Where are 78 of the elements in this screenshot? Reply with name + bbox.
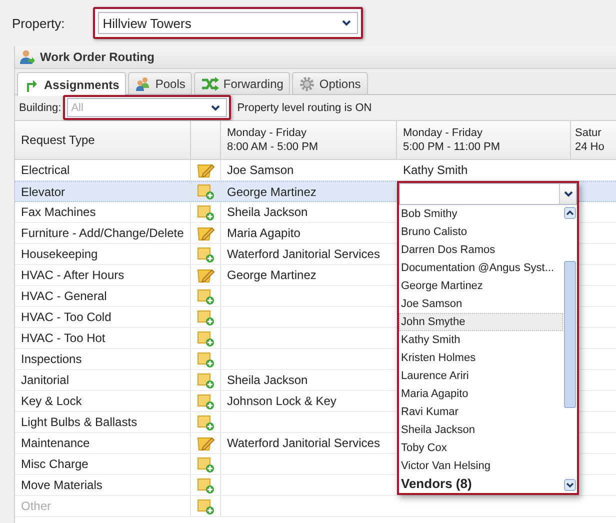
request-type: Inspections bbox=[21, 352, 82, 366]
assignee: George Martinez bbox=[227, 184, 316, 198]
dropdown-option[interactable]: Laurence Ariri bbox=[399, 367, 563, 385]
note-add-icon[interactable] bbox=[197, 204, 215, 220]
note-pencil-icon[interactable] bbox=[197, 225, 215, 241]
dropdown-option[interactable]: Darren Dos Ramos bbox=[399, 241, 563, 259]
dropdown-option[interactable]: John Smythe bbox=[399, 313, 563, 331]
assignee: Maria Agapito bbox=[227, 226, 300, 240]
assignee: Sheila Jackson bbox=[227, 373, 308, 387]
property-label: Property: bbox=[12, 16, 65, 30]
note-add-icon[interactable] bbox=[197, 308, 215, 326]
column-header[interactable]: Monday - Friday 8:00 AM - 5:00 PM bbox=[221, 121, 397, 159]
caret-icon bbox=[342, 20, 351, 26]
scroll-up-icon[interactable] bbox=[564, 207, 576, 219]
note-add-icon[interactable] bbox=[197, 476, 215, 494]
request-type: HVAC - Too Cold bbox=[21, 310, 112, 324]
request-type: Electrical bbox=[21, 163, 70, 177]
assignee: George Martinez bbox=[227, 268, 316, 282]
assignee: Johnson Lock & Key bbox=[227, 394, 336, 408]
request-type: Housekeeping bbox=[21, 247, 98, 261]
note-add-icon[interactable] bbox=[197, 350, 215, 368]
dropdown-option[interactable]: Victor Van Helsing bbox=[399, 457, 563, 475]
note-pencil-icon[interactable] bbox=[197, 267, 215, 283]
note-add-icon[interactable] bbox=[197, 414, 215, 430]
dropdown-option[interactable]: Bruno Calisto bbox=[399, 223, 563, 241]
request-type: Light Bulbs & Ballasts bbox=[21, 415, 138, 429]
request-type: Misc Charge bbox=[21, 457, 88, 471]
column-header[interactable]: Satur 24 Ho bbox=[571, 121, 616, 159]
note-pencil-icon[interactable] bbox=[197, 435, 215, 451]
scrollbar[interactable] bbox=[563, 205, 577, 493]
request-type: Elevator bbox=[21, 184, 66, 198]
tab[interactable]: Assignments bbox=[17, 72, 126, 96]
note-add-icon[interactable] bbox=[197, 288, 215, 304]
people-icon bbox=[135, 76, 152, 92]
assignee: Kathy Smith bbox=[403, 163, 468, 177]
routing-status: Property level routing is ON bbox=[237, 102, 372, 114]
request-type: Furniture - Add/Change/Delete bbox=[21, 226, 184, 240]
request-type: Other bbox=[21, 499, 52, 513]
note-add-icon[interactable] bbox=[197, 392, 215, 410]
panel-title: Work Order Routing bbox=[40, 50, 154, 64]
group-header: Vendors (8) bbox=[400, 475, 473, 493]
dropdown-option[interactable]: Kathy Smith bbox=[399, 331, 563, 349]
caret-icon bbox=[564, 191, 572, 197]
request-type: Key & Lock bbox=[21, 394, 82, 408]
gear-icon bbox=[299, 76, 316, 92]
scroll-down-icon[interactable] bbox=[564, 479, 576, 491]
dropdown-option[interactable]: Toby Cox bbox=[399, 439, 563, 457]
request-type: Fax Machines bbox=[21, 205, 96, 219]
building-select[interactable]: All bbox=[67, 98, 228, 117]
note-add-icon[interactable] bbox=[197, 372, 215, 388]
tab[interactable]: Forwarding bbox=[194, 72, 290, 94]
tab[interactable]: Pools bbox=[128, 72, 192, 94]
request-type: HVAC - Too Hot bbox=[21, 331, 106, 345]
property-select[interactable]: Hillview Towers bbox=[98, 12, 358, 34]
assignee: Waterford Janitorial Services bbox=[227, 436, 380, 450]
building-field[interactable]: All bbox=[68, 102, 206, 114]
assignee: Joe Samson bbox=[227, 163, 294, 177]
request-type: Maintenance bbox=[21, 436, 90, 450]
request-type: HVAC - After Hours bbox=[21, 268, 124, 282]
assignee: Sheila Jackson bbox=[227, 205, 308, 219]
request-type: Janitorial bbox=[21, 373, 70, 387]
dropdown-option[interactable]: Kristen Holmes bbox=[399, 349, 563, 367]
note-pencil-icon[interactable] bbox=[197, 162, 215, 178]
request-type: HVAC - General bbox=[21, 289, 107, 303]
note-add-icon[interactable] bbox=[197, 456, 215, 472]
note-add-icon[interactable] bbox=[197, 246, 215, 262]
building-label: Building: bbox=[19, 102, 62, 114]
dropdown-option[interactable]: Bob Smithy bbox=[399, 205, 563, 223]
request-type: Move Materials bbox=[21, 478, 102, 492]
assignee: Waterford Janitorial Services bbox=[227, 247, 380, 261]
note-add-icon[interactable] bbox=[197, 330, 215, 346]
shuffle-icon bbox=[201, 76, 220, 92]
tab[interactable]: Options bbox=[292, 72, 368, 94]
column-header[interactable]: Monday - Friday 5:00 PM - 11:00 PM bbox=[397, 121, 571, 159]
user-icon bbox=[19, 49, 35, 65]
column-header[interactable]: Request Type bbox=[15, 121, 191, 159]
note-add-icon[interactable] bbox=[197, 183, 215, 200]
caret-icon bbox=[211, 104, 220, 110]
